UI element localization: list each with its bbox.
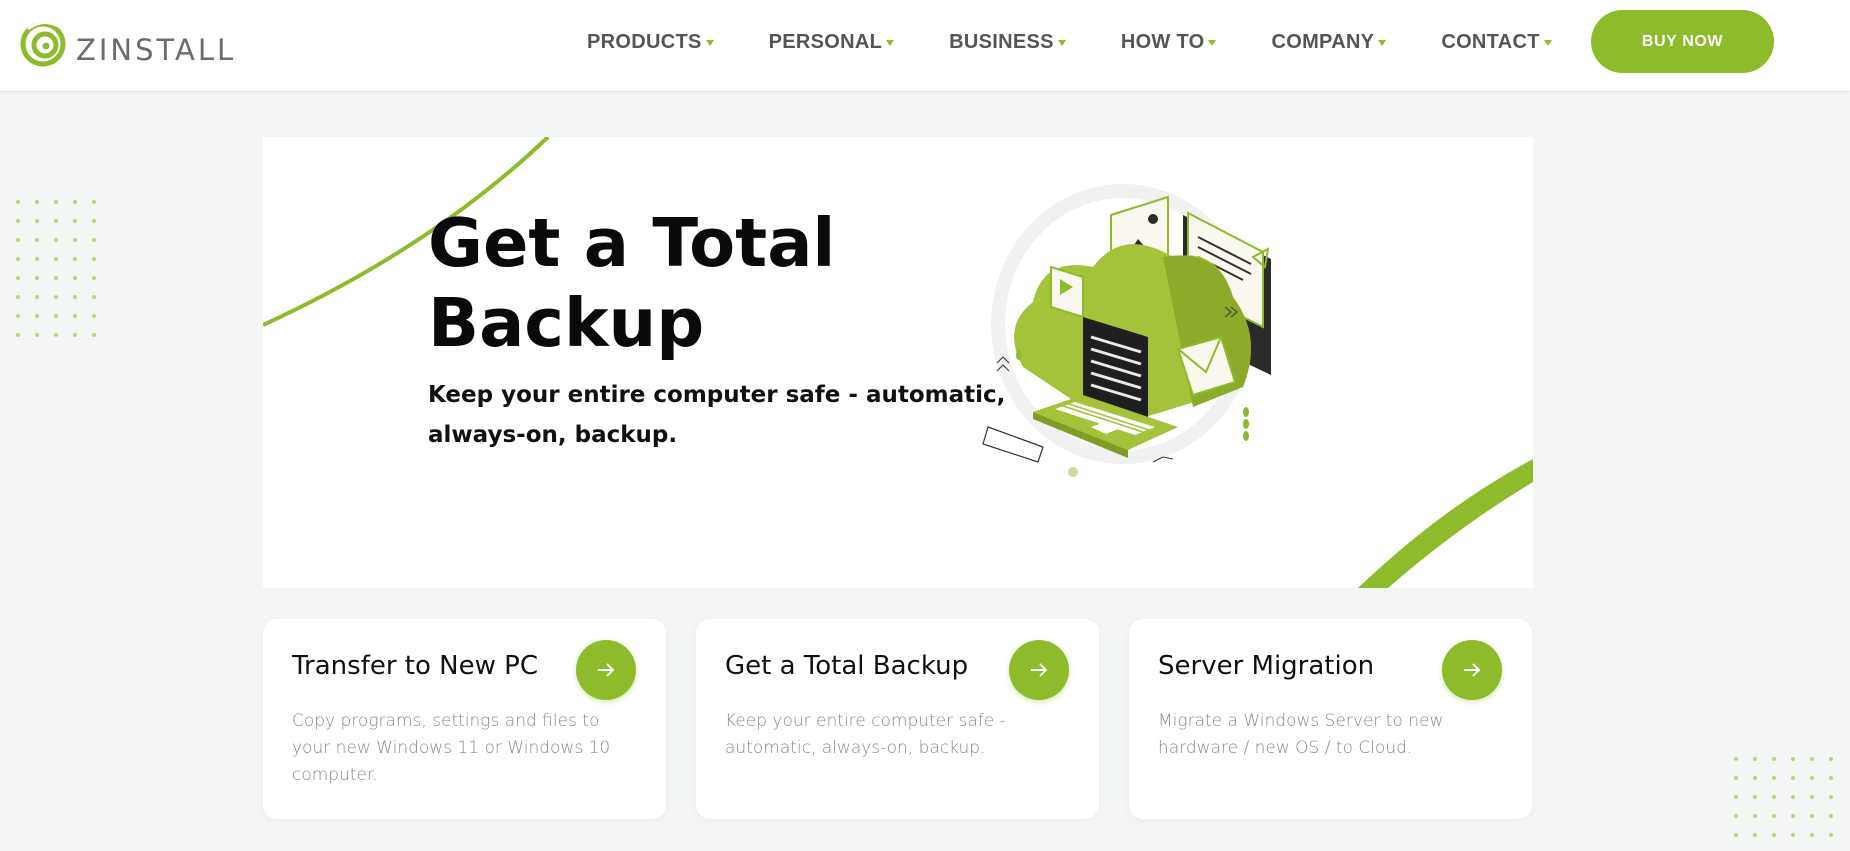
decorative-dot-grid (16, 200, 96, 337)
nav-item-how-to[interactable]: HOW TO (1121, 31, 1217, 54)
nav-item-label: HOW TO (1120, 30, 1205, 53)
cloud-backup-illustration (982, 184, 1271, 477)
hero-title: Get a Total Backup (428, 203, 948, 363)
decorative-dot-grid (1734, 757, 1833, 837)
hero-subtitle: Keep your entire computer safe - automat… (428, 375, 1048, 455)
card-get-a-total-backup[interactable]: Get a Total Backup Keep your entire comp… (696, 619, 1099, 819)
nav-item-label: BUSINESS (949, 30, 1054, 53)
nav-item-products[interactable]: PRODUCTS (587, 31, 714, 54)
nav-item-personal[interactable]: PERSONAL (769, 31, 895, 54)
card-transfer-to-new-pc[interactable]: Transfer to New PC Copy programs, settin… (263, 619, 666, 819)
hero-subtitle-line: always-on, backup. (428, 422, 678, 448)
card-description: Migrate a Windows Server to new hardware… (1158, 711, 1444, 758)
zinstall-logo-icon (20, 21, 66, 67)
card-title: Get a Total Backup (725, 651, 969, 681)
nav-item-contact[interactable]: CONTACT (1441, 30, 1552, 54)
chevron-down-icon (1378, 40, 1387, 46)
main-nav: PRODUCTS PERSONAL BUSINESS HOW TO COMPAN… (587, 0, 1607, 84)
zinstall-logo[interactable]: ZINSTALL (20, 16, 236, 70)
card-server-migration[interactable]: Server Migration Migrate a Windows Serve… (1129, 619, 1532, 819)
chevron-down-icon (886, 40, 895, 46)
card-arrow-button[interactable] (1009, 640, 1069, 700)
card-arrow-button[interactable] (576, 640, 636, 700)
nav-item-label: CONTACT (1441, 30, 1540, 53)
chevron-down-icon (1208, 40, 1217, 46)
nav-item-business[interactable]: BUSINESS (949, 31, 1066, 54)
buy-now-button[interactable]: BUY NOW (1591, 10, 1774, 73)
hero-title-line: Backup (428, 284, 705, 362)
logo-wordmark: ZINSTALL (76, 33, 237, 67)
chevron-down-icon (1543, 40, 1552, 46)
card-description: Keep your entire computer safe - automat… (725, 711, 1006, 758)
arrow-right-icon (598, 663, 615, 677)
nav-item-label: COMPANY (1271, 30, 1375, 53)
nav-item-label: PRODUCTS (587, 30, 702, 53)
arrow-right-icon (1031, 663, 1048, 677)
card-description: Copy programs, settings and files to you… (292, 711, 611, 785)
hero-banner: Get a Total Backup Keep your entire comp… (263, 137, 1533, 588)
nav-item-label: PERSONAL (768, 30, 883, 53)
card-arrow-button[interactable] (1442, 640, 1502, 700)
arrow-right-icon (1464, 663, 1481, 677)
site-header: ZINSTALL PRODUCTS PERSONAL BUSINESS HOW … (0, 0, 1850, 92)
chevron-down-icon (1057, 40, 1066, 46)
hero-title-line: Get a Total (428, 204, 836, 282)
chevron-down-icon (705, 40, 714, 46)
hero-subtitle-line: Keep your entire computer safe - automat… (428, 382, 1006, 408)
card-title: Server Migration (1158, 651, 1375, 681)
nav-item-company[interactable]: COMPANY (1271, 30, 1387, 54)
card-title: Transfer to New PC (292, 651, 538, 681)
